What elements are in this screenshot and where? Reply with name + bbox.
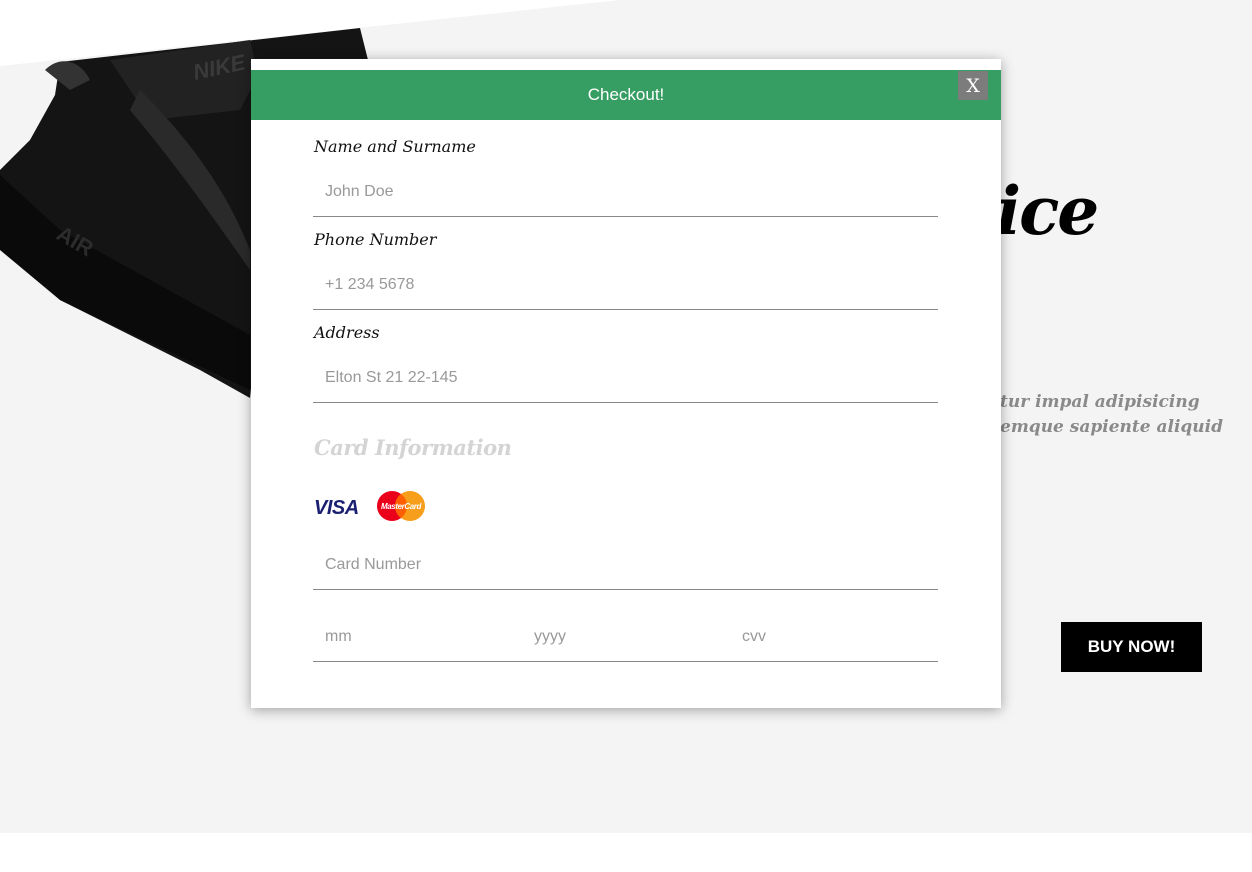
cvv-input[interactable]: cvv: [742, 628, 766, 646]
card-information-heading: Card Information: [314, 435, 512, 460]
modal-header: Checkout!: [251, 70, 1001, 120]
modal-title: Checkout!: [587, 85, 665, 104]
month-input[interactable]: mm: [325, 628, 352, 646]
name-label: Name and Surname: [314, 137, 476, 156]
name-placeholder: John Doe: [325, 183, 394, 200]
address-input[interactable]: Elton St 21 22-145: [313, 356, 938, 403]
card-number-input[interactable]: Card Number: [313, 543, 938, 590]
card-number-placeholder: Card Number: [325, 556, 422, 573]
hero-title: ice: [996, 172, 1099, 250]
hero-description-line: emque sapiente aliquid: [1000, 417, 1224, 437]
hero-description-line: tur impal adipisicing: [1000, 392, 1200, 412]
close-button[interactable]: X: [958, 71, 988, 100]
phone-label: Phone Number: [314, 230, 437, 249]
page: NIKE AIR ice tur impal adipisicing emque…: [0, 0, 1252, 872]
mastercard-icon: MasterCard: [377, 491, 425, 521]
name-input[interactable]: John Doe: [313, 170, 938, 217]
address-label: Address: [314, 323, 380, 342]
buy-now-button[interactable]: BUY NOW!: [1061, 622, 1202, 672]
year-input[interactable]: yyyy: [534, 628, 566, 646]
visa-icon: VISA: [314, 497, 359, 519]
address-placeholder: Elton St 21 22-145: [325, 369, 458, 386]
checkout-modal: Checkout! X Name and Surname John Doe Ph…: [251, 59, 1001, 708]
card-expiry-row: mm yyyy cvv: [313, 615, 938, 662]
hero-description: tur impal adipisicing emque sapiente ali…: [1000, 390, 1252, 440]
mastercard-text: MasterCard: [381, 502, 423, 511]
phone-input[interactable]: +1 234 5678: [313, 263, 938, 310]
phone-placeholder: +1 234 5678: [325, 276, 415, 293]
